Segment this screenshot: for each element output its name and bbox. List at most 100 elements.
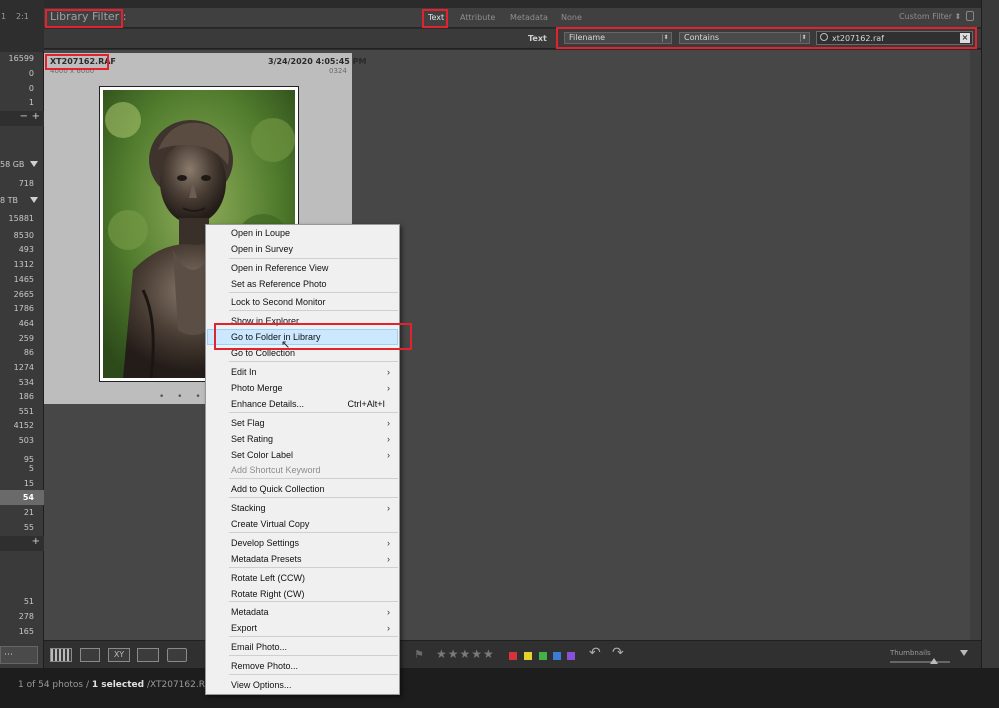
menu-item-metadata-presets[interactable]: Metadata Presets › — [231, 552, 398, 567]
folder-count-row[interactable]: 86 — [0, 345, 44, 360]
menu-item-develop-settings[interactable]: Develop Settings › — [231, 536, 398, 551]
menu-separator — [229, 497, 398, 498]
flag-icon[interactable]: ⚑ — [414, 648, 424, 661]
menu-item-rotate-right-cw[interactable]: Rotate Right (CW) — [231, 587, 398, 602]
folder-count-row[interactable]: 464 — [0, 316, 44, 331]
zoom-fit-label[interactable]: 1 — [1, 12, 6, 21]
filter-tab-none[interactable]: None — [561, 13, 582, 22]
submenu-arrow-icon: › — [387, 367, 390, 377]
triangle-down-icon[interactable] — [30, 197, 38, 203]
menu-separator — [229, 412, 398, 413]
color-label-yellow[interactable] — [524, 652, 532, 660]
rating-stars[interactable]: ★★★★★ — [436, 647, 495, 661]
menu-item-add-to-quick-collection[interactable]: Add to Quick Collection — [231, 482, 398, 497]
lock-icon[interactable] — [966, 11, 974, 21]
folder-count-row[interactable]: 1786 — [0, 301, 44, 316]
grid-view-icon[interactable] — [50, 648, 72, 662]
status-text[interactable]: 1 of 54 photos / 1 selected /XT207162.RA… — [18, 680, 224, 690]
volume-1[interactable]: 58 GB — [0, 157, 44, 172]
folder-count-row[interactable]: 8530 — [0, 228, 44, 243]
menu-item-set-rating[interactable]: Set Rating › — [231, 432, 398, 447]
folder-count-row[interactable]: 259 — [0, 331, 44, 346]
submenu-arrow-icon: › — [387, 503, 390, 513]
status-selected: 1 selected — [91, 680, 145, 690]
folder-count-row[interactable]: 15 — [0, 476, 44, 491]
menu-item-open-in-loupe[interactable]: Open in Loupe — [231, 226, 398, 241]
folder-count-row[interactable]: 4152 — [0, 418, 44, 433]
menu-item-create-virtual-copy[interactable]: Create Virtual Copy — [231, 517, 398, 532]
menu-item-remove-photo[interactable]: Remove Photo... — [231, 659, 398, 674]
folder-count-row[interactable]: 15881 — [0, 211, 44, 226]
folder-count-row[interactable]: 503 — [0, 433, 44, 448]
color-label-blue[interactable] — [553, 652, 561, 660]
grid-scrollbar[interactable] — [970, 50, 981, 640]
menu-item-photo-merge[interactable]: Photo Merge › — [231, 381, 398, 396]
catalog-count[interactable]: 0 — [0, 66, 44, 81]
menu-item-label: Enhance Details... — [231, 399, 305, 409]
survey-view-icon[interactable] — [137, 648, 159, 662]
collection-count[interactable]: 278 — [0, 609, 44, 624]
menu-item-open-in-reference-view[interactable]: Open in Reference View — [231, 261, 398, 276]
volume-2[interactable]: 8 TB — [0, 193, 44, 208]
folder-count-row[interactable]: 5 — [0, 461, 44, 476]
menu-item-label: Email Photo... — [231, 642, 288, 652]
color-label-green[interactable] — [539, 652, 547, 660]
folder-count-row[interactable]: 534 — [0, 375, 44, 390]
menu-item-view-options[interactable]: View Options... — [231, 678, 398, 693]
folder-count-row[interactable]: 1465 — [0, 272, 44, 287]
submenu-arrow-icon: › — [387, 538, 390, 548]
minus-icon[interactable]: − — [20, 111, 28, 122]
folder-count-row[interactable]: 2665 — [0, 287, 44, 302]
menu-item-open-in-survey[interactable]: Open in Survey — [231, 242, 398, 257]
slider-knob[interactable] — [930, 658, 938, 664]
menu-item-metadata[interactable]: Metadata › — [231, 605, 398, 620]
filter-tab-metadata[interactable]: Metadata — [510, 13, 548, 22]
menu-item-set-color-label[interactable]: Set Color Label › — [231, 448, 398, 463]
catalog-count[interactable]: 1 — [0, 95, 44, 110]
menu-item-lock-to-second-monitor[interactable]: Lock to Second Monitor — [231, 295, 398, 310]
toolbar-menu-triangle-icon[interactable] — [960, 650, 968, 656]
rotate-left-icon[interactable]: ↶ — [589, 645, 601, 661]
annotation-box-filename — [45, 54, 109, 70]
catalog-count-all[interactable]: 16599 — [0, 51, 44, 66]
import-button[interactable]: ⋯ — [0, 646, 38, 664]
custom-filter-label: Custom Filter — [899, 12, 953, 21]
custom-filter-dropdown[interactable]: Custom Filter ⬍ — [899, 12, 961, 21]
menu-item-label: Add to Quick Collection — [231, 484, 325, 494]
plus-icon[interactable]: + — [32, 536, 40, 547]
triangle-down-icon[interactable] — [30, 161, 38, 167]
collection-count[interactable]: 165 — [0, 624, 44, 639]
folder-count-row[interactable]: 1312 — [0, 257, 44, 272]
folder-count-row[interactable]: 1274 — [0, 360, 44, 375]
menu-separator — [229, 655, 398, 656]
folder-count-row[interactable]: 21 — [0, 505, 44, 520]
zoom-ratio-label[interactable]: 2:1 — [16, 12, 29, 21]
rotate-right-icon[interactable]: ↷ — [612, 645, 624, 661]
folder-count-row[interactable]: 493 — [0, 242, 44, 257]
folder-count-row[interactable]: 186 — [0, 389, 44, 404]
menu-item-email-photo[interactable]: Email Photo... — [231, 640, 398, 655]
menu-item-set-flag[interactable]: Set Flag › — [231, 416, 398, 431]
annotation-box-menu-item — [214, 323, 412, 350]
catalog-count[interactable]: 0 — [0, 81, 44, 96]
folder-count-row[interactable]: 55 — [0, 520, 44, 535]
compare-view-icon[interactable]: XY — [108, 648, 130, 662]
thumbnail-size-slider[interactable] — [890, 661, 950, 663]
plus-icon[interactable]: + — [32, 111, 40, 122]
folder-count-row[interactable]: 54 — [0, 490, 44, 505]
menu-item-export[interactable]: Export › — [231, 621, 398, 636]
filter-tab-attribute[interactable]: Attribute — [460, 13, 495, 22]
menu-item-enhance-details[interactable]: Enhance Details... Ctrl+Alt+I — [231, 397, 398, 412]
color-label-red[interactable] — [509, 652, 517, 660]
menu-item-set-as-reference-photo[interactable]: Set as Reference Photo — [231, 277, 398, 292]
collection-count[interactable]: 51 — [0, 594, 44, 609]
menu-item-rotate-left-ccw[interactable]: Rotate Left (CCW) — [231, 571, 398, 586]
annotation-box-text-tab — [422, 9, 448, 28]
color-label-purple[interactable] — [567, 652, 575, 660]
people-view-icon[interactable] — [167, 648, 187, 662]
menu-item-stacking[interactable]: Stacking › — [231, 501, 398, 516]
volume-size: 8 TB — [0, 196, 19, 205]
folder-count-row[interactable]: 551 — [0, 404, 44, 419]
loupe-view-icon[interactable] — [80, 648, 100, 662]
menu-item-edit-in[interactable]: Edit In › — [231, 365, 398, 380]
